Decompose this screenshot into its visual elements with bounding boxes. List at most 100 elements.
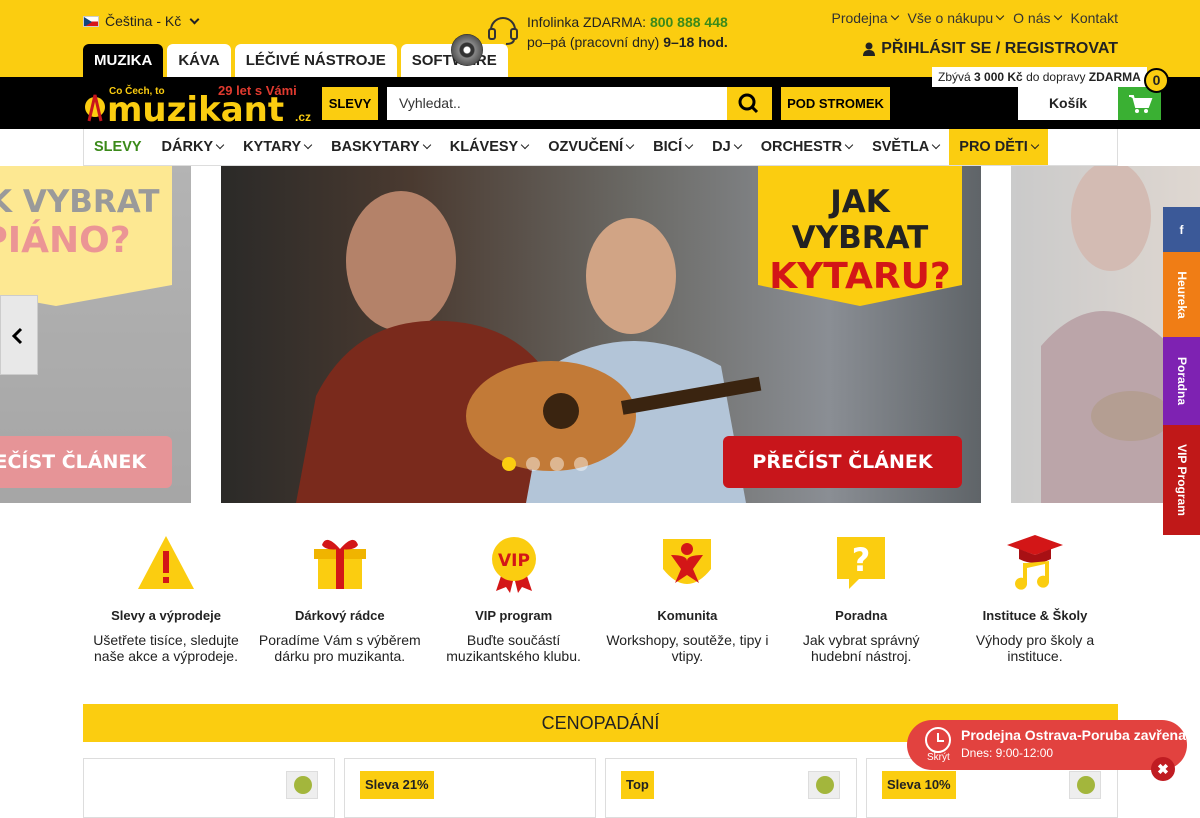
slider-dot[interactable] [574, 457, 588, 471]
feature-title: Komunita [657, 608, 718, 623]
check-icon [294, 776, 312, 794]
chevron-down-icon [189, 14, 200, 24]
chevron-down-icon [890, 11, 899, 21]
vip-program-tab[interactable]: VIP Program [1163, 425, 1200, 535]
popup-title: Prodejna Ostrava-Poruba zavřena [961, 727, 1186, 743]
feature-komunita[interactable]: Komunita Workshopy, soutěže, tipy i vtip… [604, 533, 770, 664]
slider-dot[interactable] [502, 457, 516, 471]
link-label: O nás [1013, 10, 1051, 26]
nav-pro-deti[interactable]: PRO DĚTI [949, 129, 1048, 165]
user-icon [863, 42, 876, 56]
feature-vip[interactable]: VIP VIP program Buďte součástí muzikants… [431, 533, 597, 664]
nav-slevy[interactable]: SLEVY [84, 129, 152, 165]
slide-current[interactable]: JAK VYBRAT KYTARU? PŘEČÍST ČLÁNEK [221, 166, 981, 503]
popup-hours: Dnes: 9:00-12:00 [961, 746, 1054, 760]
nav-svetla[interactable]: SVĚTLA [862, 129, 949, 165]
login-link[interactable]: PŘIHLÁSIT SE / REGISTROVAT [863, 40, 1118, 58]
compare-checkbox[interactable] [286, 771, 318, 799]
read-article-button[interactable]: PŘEČÍST ČLÁNEK [0, 436, 172, 488]
slider-dots [502, 457, 588, 471]
feature-desc: Ušetřete tisíce, sledujte naše akce a vý… [93, 632, 239, 664]
nav-baskytary[interactable]: BASKYTARY [321, 129, 440, 165]
note-free: ZDARMA [1088, 70, 1141, 84]
feature-slevy[interactable]: Slevy a výprodeje Ušetřete tisíce, sledu… [83, 533, 249, 664]
nav-label: BASKYTARY [331, 139, 420, 155]
link-vse-o-nakupu[interactable]: Vše o nákupu [908, 10, 1005, 26]
clock-icon [925, 727, 951, 753]
product-card[interactable]: Top [605, 758, 857, 818]
link-label: Prodejna [831, 10, 888, 26]
link-kontakt[interactable]: Kontakt [1071, 10, 1118, 26]
gift-icon [313, 539, 366, 589]
slider-prev-button[interactable] [0, 295, 38, 375]
discount-tag: Sleva 10% [882, 771, 956, 799]
nav-label: ORCHESTR [760, 139, 843, 155]
facebook-icon: f [1179, 222, 1184, 237]
language-label: Čeština - Kč [105, 13, 182, 29]
product-card[interactable]: Sleva 21% [344, 758, 596, 818]
link-label: Kontakt [1070, 10, 1118, 26]
nav-label: DJ [712, 139, 731, 155]
product-card[interactable] [83, 758, 335, 818]
community-icon [663, 539, 712, 584]
feature-title: VIP program [475, 608, 553, 623]
search-icon [738, 93, 759, 114]
link-o-nas[interactable]: O nás [1013, 10, 1062, 26]
infoline-phone[interactable]: 800 888 448 [650, 14, 728, 30]
slider-dot[interactable] [550, 457, 564, 471]
nav-orchestr[interactable]: ORCHESTR [751, 129, 862, 165]
tab-kava[interactable]: KÁVA [167, 44, 231, 77]
nav-darky[interactable]: DÁRKY [152, 129, 234, 165]
note-amount: 3 000 Kč [974, 70, 1023, 84]
nav-label: DÁRKY [161, 139, 214, 155]
search-button[interactable] [727, 87, 772, 120]
site-tabs: MUZIKA KÁVA LÉČIVÉ NÁSTROJE SOFTWARE [83, 44, 508, 77]
feature-desc: Workshopy, soutěže, tipy i vtipy. [606, 632, 769, 664]
nav-klavesy[interactable]: KLÁVESY [440, 129, 539, 165]
poradna-tab[interactable]: Poradna [1163, 337, 1200, 425]
nav-kytary[interactable]: KYTARY [233, 129, 321, 165]
tab-muzika[interactable]: MUZIKA [83, 44, 164, 77]
slider-dot[interactable] [526, 457, 540, 471]
svg-text:?: ? [852, 541, 871, 579]
link-prodejna[interactable]: Prodejna [831, 10, 899, 26]
feature-instituce[interactable]: Instituce & Školy Výhody pro školy a ins… [952, 533, 1118, 664]
nav-bici[interactable]: BICÍ [643, 129, 702, 165]
main-nav: SLEVY DÁRKY KYTARY BASKYTARY KLÁVESY OZV… [83, 129, 1118, 166]
vip-medal-icon: VIP [491, 537, 536, 593]
cart-label[interactable]: Košík [1018, 87, 1118, 120]
search-input[interactable]: Vyhledat.. [387, 87, 727, 120]
hide-link[interactable]: Skrýt [927, 752, 950, 763]
slevy-button[interactable]: SLEVY [322, 87, 378, 120]
infoline-hours-label: po–pá (pracovní dny) [527, 34, 660, 50]
nav-label: BICÍ [653, 139, 683, 155]
compare-checkbox[interactable] [808, 771, 840, 799]
nav-label: SLEVY [94, 139, 142, 155]
czech-flag-icon [83, 15, 99, 27]
nav-dj[interactable]: DJ [702, 129, 751, 165]
language-selector[interactable]: Čeština - Kč [83, 13, 200, 29]
feature-title: Instituce & Školy [982, 608, 1088, 623]
facebook-tab[interactable]: f [1163, 207, 1200, 252]
heureka-tab[interactable]: Heureka [1163, 252, 1200, 337]
feature-darkovy-radce[interactable]: Dárkový rádce Poradíme Vám s výběrem dár… [257, 533, 423, 664]
chevron-down-icon [1030, 140, 1040, 150]
feature-title: Slevy a výprodeje [111, 608, 221, 623]
muzikant-logo[interactable]: Co Čech, to 29 let s Vámi muzikant .cz [83, 81, 315, 125]
pod-stromek-button[interactable]: POD STROMEK [781, 87, 890, 120]
chevron-down-icon [844, 140, 854, 150]
close-icon[interactable]: ✖ [1151, 757, 1175, 781]
store-status-popup[interactable]: Skrýt Prodejna Ostrava-Poruba zavřena Dn… [907, 720, 1187, 770]
infoline: Infolinka ZDARMA: 800 888 448 po–pá (pra… [487, 12, 728, 52]
top-tag: Top [621, 771, 654, 799]
check-icon [1077, 776, 1095, 794]
feature-poradna[interactable]: ? Poradna Jak vybrat správný hudební nás… [778, 533, 944, 664]
infoline-label: Infolinka ZDARMA: [527, 14, 647, 30]
warning-icon [138, 536, 194, 589]
compare-checkbox[interactable] [1069, 771, 1101, 799]
headset-icon [488, 17, 518, 45]
read-article-button[interactable]: PŘEČÍST ČLÁNEK [723, 436, 962, 488]
tab-lecive-nastroje[interactable]: LÉČIVÉ NÁSTROJE [234, 44, 397, 77]
check-icon [816, 776, 834, 794]
nav-ozvuceni[interactable]: OZVUČENÍ [538, 129, 643, 165]
